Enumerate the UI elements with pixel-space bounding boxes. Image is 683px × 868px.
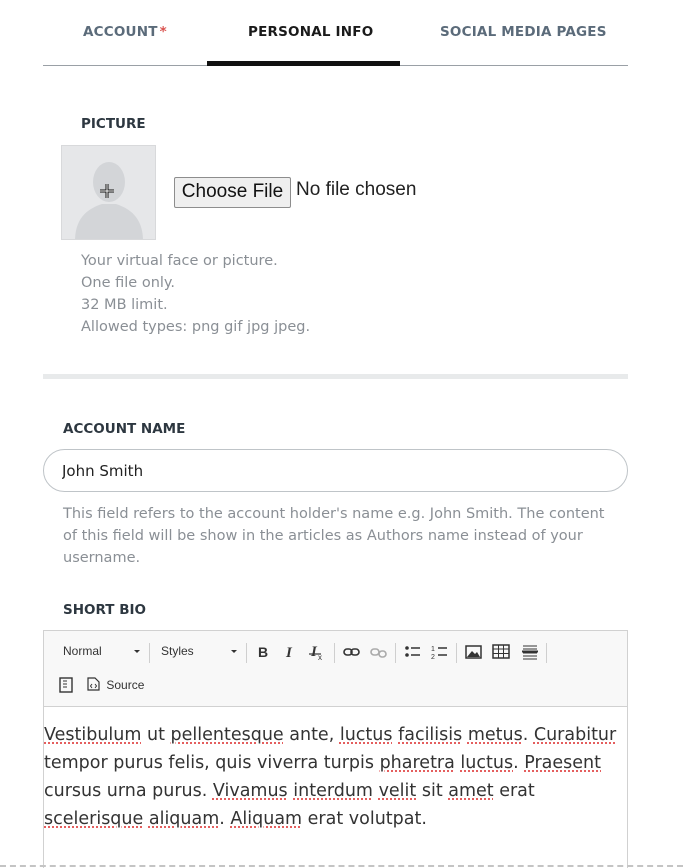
tab-social-media-pages[interactable]: SOCIAL MEDIA PAGES [440, 24, 607, 40]
italic-icon[interactable]: I [280, 641, 300, 663]
svg-text:2: 2 [431, 654, 435, 661]
picture-label: PICTURE [81, 116, 146, 132]
svg-text:I: I [310, 644, 318, 660]
toolbar-separator [456, 643, 457, 663]
toolbar-separator [246, 643, 247, 663]
toolbar-separator [395, 643, 396, 663]
account-name-help-text: This field refers to the account holder'… [63, 506, 605, 566]
move-cursor-icon [100, 184, 114, 198]
bio-line-1: Vestibulum ut pellentesque ante, luctus … [44, 725, 617, 745]
editor-toolbar: Normal Styles B I Ix 12 Source [44, 631, 627, 707]
tab-bar: ACCOUNT * PERSONAL INFO SOCIAL MEDIA PAGE… [43, 0, 628, 66]
tab-account-label: ACCOUNT [83, 24, 158, 40]
editor-content[interactable]: Vestibulum ut pellentesque ante, luctus … [44, 721, 629, 833]
bio-line-3: cursus urna purus. Vivamus interdum veli… [44, 781, 535, 801]
picture-help-text: Your virtual face or picture. One file o… [81, 250, 310, 338]
styles-dropdown-value: Styles [161, 644, 194, 658]
chevron-down-icon [231, 650, 237, 653]
active-tab-indicator [207, 61, 400, 66]
bulleted-list-icon[interactable] [403, 641, 423, 663]
file-status-text: No file chosen [296, 179, 417, 200]
account-name-input[interactable] [43, 449, 628, 492]
chevron-down-icon [134, 650, 140, 653]
unlink-icon[interactable] [369, 641, 389, 663]
toolbar-separator [546, 643, 547, 663]
bio-line-2: tempor purus felis, quis viverra turpis … [44, 753, 601, 773]
table-icon[interactable] [491, 641, 511, 663]
source-icon [87, 677, 100, 691]
choose-file-button[interactable]: Choose File [174, 177, 291, 208]
account-name-label: ACCOUNT NAME [63, 421, 186, 437]
link-icon[interactable] [342, 641, 362, 663]
picture-help-line: Your virtual face or picture. [81, 253, 278, 269]
svg-text:I: I [285, 645, 293, 661]
styles-dropdown[interactable]: Styles [161, 644, 237, 658]
page-bottom-divider [0, 865, 683, 867]
format-dropdown-value: Normal [63, 644, 102, 658]
picture-help-line: Allowed types: png gif jpg jpeg. [81, 319, 311, 335]
toolbar-separator [149, 643, 150, 663]
image-icon[interactable] [464, 641, 484, 663]
section-divider [43, 374, 628, 379]
format-dropdown[interactable]: Normal [63, 644, 140, 658]
picture-help-line: One file only. [81, 275, 176, 291]
svg-text:1: 1 [431, 646, 435, 653]
avatar-placeholder[interactable] [61, 145, 156, 240]
tab-personal-info[interactable]: PERSONAL INFO [248, 24, 373, 40]
tab-account[interactable]: ACCOUNT * [83, 24, 167, 40]
bold-icon[interactable]: B [253, 641, 273, 663]
source-button-label: Source [106, 678, 145, 692]
numbered-list-icon[interactable]: 12 [430, 641, 450, 663]
picture-help-line: 32 MB limit. [81, 297, 168, 313]
required-marker: * [159, 24, 167, 40]
source-button[interactable]: Source [87, 677, 144, 692]
rich-text-editor: Normal Styles B I Ix 12 Source Vestibulu… [43, 630, 628, 868]
short-bio-label: SHORT BIO [63, 602, 146, 618]
maximize-icon[interactable] [57, 674, 77, 696]
remove-format-icon[interactable]: Ix [307, 641, 327, 663]
toolbar-separator [334, 643, 335, 663]
horizontal-line-icon[interactable] [520, 641, 540, 663]
svg-text:B: B [258, 644, 268, 660]
bio-line-4: scelerisque aliquam. Aliquam erat volutp… [44, 809, 427, 829]
